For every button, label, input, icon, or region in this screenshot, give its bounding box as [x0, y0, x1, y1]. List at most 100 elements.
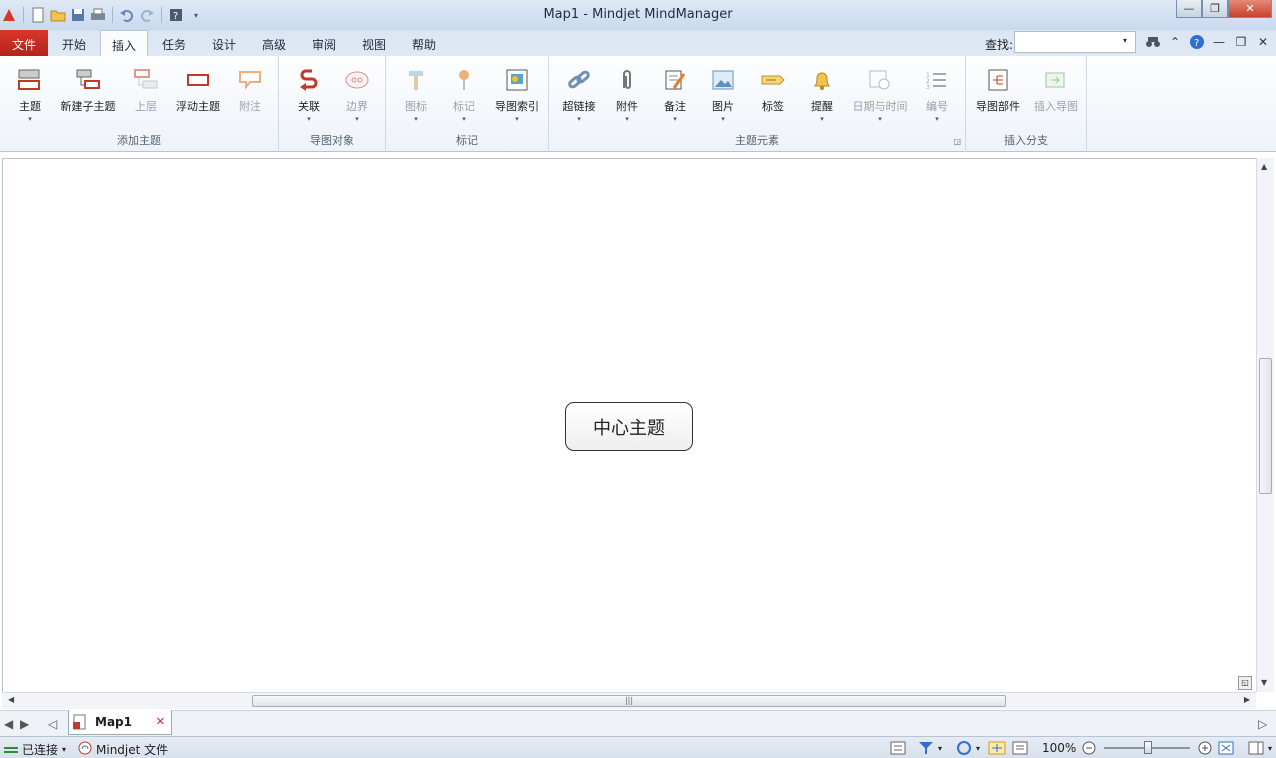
scroll-down-icon[interactable]: ▼ — [1261, 678, 1267, 687]
minimize-button[interactable]: — — [1176, 0, 1202, 18]
group-label: 主题元素 — [735, 134, 779, 147]
group-add-topic: 主题 ▾ 新建子主题 上层 浮动主题 附注 添加主题 — [0, 56, 279, 152]
map-parts-button[interactable]: 导图部件 — [970, 64, 1026, 130]
dropdown-icon: ▾ — [721, 115, 725, 123]
tab-scroll-left-icon[interactable]: ◁ — [48, 717, 57, 731]
doc-minimize-icon[interactable]: — — [1210, 33, 1228, 51]
nav-forward-icon[interactable]: ▶ — [20, 717, 29, 731]
topic-icon — [16, 66, 44, 94]
hyperlink-icon — [565, 66, 593, 94]
alarm-button[interactable]: 提醒 ▾ — [794, 64, 850, 130]
horizontal-scrollbar[interactable]: ◀ ||| ▶ — [2, 692, 1256, 709]
list-view-icon[interactable] — [1012, 741, 1028, 755]
scroll-left-icon[interactable]: ◀ — [8, 695, 14, 704]
new-subtopic-button[interactable]: 新建子主题 — [58, 64, 118, 130]
tags-button[interactable]: 标记 ▾ — [436, 64, 492, 130]
image-button[interactable]: 图片 ▾ — [695, 64, 751, 130]
boundary-button[interactable]: 边界 ▾ — [329, 64, 385, 130]
floating-topic-button[interactable]: 浮动主题 — [170, 64, 226, 130]
numbering-button[interactable]: 123 编号 ▾ — [909, 64, 965, 130]
label-button[interactable]: 标签 — [745, 64, 801, 130]
vertical-scrollbar[interactable]: ▲ ▼ — [1256, 158, 1274, 692]
svg-text:3: 3 — [926, 84, 930, 91]
group-insert-branch: 导图部件 插入导图 插入分支 — [966, 56, 1087, 152]
tab-row-tools: ⌃ ? — ❐ ✕ — [1144, 33, 1272, 51]
notes-icon — [661, 66, 689, 94]
map-view-icon[interactable] — [988, 741, 1006, 755]
tab-review[interactable]: 审阅 — [300, 30, 348, 56]
zoom-in-icon[interactable] — [1198, 741, 1212, 755]
horizontal-scroll-thumb[interactable]: ||| — [252, 695, 1006, 707]
binoculars-icon[interactable] — [1144, 33, 1162, 51]
central-topic[interactable]: 中心主题 — [565, 402, 693, 451]
calendar-clock-icon — [866, 66, 894, 94]
floating-topic-icon — [184, 66, 212, 94]
tag-icon — [759, 66, 787, 94]
nav-back-icon[interactable]: ◀ — [4, 717, 13, 731]
group-label: 插入分支 — [1004, 134, 1048, 147]
subtopic-icon — [74, 66, 102, 94]
dialog-launcher-icon[interactable]: ◲ — [953, 137, 961, 146]
tab-view[interactable]: 视图 — [350, 30, 398, 56]
title-bar: ? ▾ Map1 - Mindjet MindManager — ❐ ✕ — [0, 0, 1276, 30]
maximize-button[interactable]: ❐ — [1202, 0, 1228, 18]
dropdown-icon: ▾ — [355, 115, 359, 123]
callout-button[interactable]: 附注 — [222, 64, 278, 130]
vertical-scroll-thumb[interactable] — [1259, 358, 1272, 494]
numbered-list-icon: 123 — [923, 66, 951, 94]
boundary-icon — [343, 66, 371, 94]
zoom-slider-knob[interactable] — [1144, 741, 1152, 754]
group-markers: 图标 ▾ 标记 ▾ 导图索引 ▾ 标记 — [386, 56, 549, 152]
tab-insert[interactable]: 插入 — [100, 30, 148, 57]
doc-tab-map1[interactable]: Map1 ✕ — [68, 710, 172, 735]
search-input[interactable] — [1014, 31, 1136, 53]
zoom-out-icon[interactable] — [1082, 741, 1096, 755]
insert-map-icon — [1042, 66, 1070, 94]
svg-text:?: ? — [1194, 38, 1199, 49]
marker-icon — [402, 66, 430, 94]
help-circle-icon[interactable]: ? — [1188, 33, 1206, 51]
doc-tab-label: Map1 — [95, 715, 132, 729]
tab-advanced[interactable]: 高级 — [250, 30, 298, 56]
tab-file[interactable]: 文件 — [0, 30, 48, 56]
doc-tab-close-icon[interactable]: ✕ — [156, 715, 165, 728]
tab-scroll-right-icon[interactable]: ▷ — [1258, 717, 1267, 731]
filter-icon[interactable]: ▾ — [918, 741, 942, 755]
date-time-button[interactable]: 日期与时间 ▾ — [849, 64, 911, 130]
connection-status[interactable]: 已连接 ▾ — [4, 741, 66, 758]
layout-panel-icon[interactable]: ▾ — [1248, 741, 1272, 755]
close-button[interactable]: ✕ — [1228, 0, 1272, 18]
dropdown-icon: ▾ — [935, 115, 939, 123]
doc-restore-icon[interactable]: ❐ — [1232, 33, 1250, 51]
scroll-up-icon[interactable]: ▲ — [1261, 162, 1267, 171]
tab-home[interactable]: 开始 — [50, 30, 98, 56]
outline-view-icon[interactable] — [890, 741, 906, 755]
parent-topic-button[interactable]: 上层 — [118, 64, 174, 130]
dropdown-icon: ▾ — [62, 745, 67, 754]
scroll-right-icon[interactable]: ▶ — [1244, 695, 1250, 704]
tab-design[interactable]: 设计 — [200, 30, 248, 56]
group-label: 添加主题 — [117, 134, 161, 147]
map-document-icon — [73, 714, 87, 733]
map-index-button[interactable]: 导图索引 ▾ — [488, 64, 546, 130]
doc-close-icon[interactable]: ✕ — [1254, 33, 1272, 51]
group-map-objects: 关联 ▾ 边界 ▾ 导图对象 — [279, 56, 386, 152]
window-title: Map1 - Mindjet MindManager — [543, 7, 733, 22]
tab-help[interactable]: 帮助 — [400, 30, 448, 56]
mindjet-files[interactable]: Mindjet 文件 — [78, 741, 168, 758]
insert-map-button[interactable]: 插入导图 — [1028, 64, 1084, 130]
group-topic-elements: 超链接 ▾ 附件 ▾ 备注 ▾ 图片 ▾ 标签 提醒 ▾ 日期与时间 ▾ 1 2… — [549, 56, 966, 152]
status-bar: 已连接 ▾ Mindjet 文件 ▾ ▾ 100% ▾ — [0, 736, 1276, 758]
search-dropdown-icon[interactable]: ▾ — [1123, 36, 1127, 45]
zoom-fit-icon[interactable]: ◱ — [1238, 676, 1252, 690]
topic-button[interactable]: 主题 ▾ — [2, 64, 58, 130]
window-controls: — ❐ ✕ — [1176, 0, 1272, 18]
tab-task[interactable]: 任务 — [150, 30, 198, 56]
dropdown-icon: ▾ — [28, 115, 32, 123]
dropdown-icon: ▾ — [820, 115, 824, 123]
collapse-ribbon-icon[interactable]: ⌃ — [1166, 33, 1184, 51]
fit-map-icon[interactable] — [1218, 741, 1234, 755]
connection-icon — [4, 743, 18, 757]
sync-icon[interactable]: ▾ — [956, 741, 980, 755]
group-label: 导图对象 — [310, 134, 354, 147]
